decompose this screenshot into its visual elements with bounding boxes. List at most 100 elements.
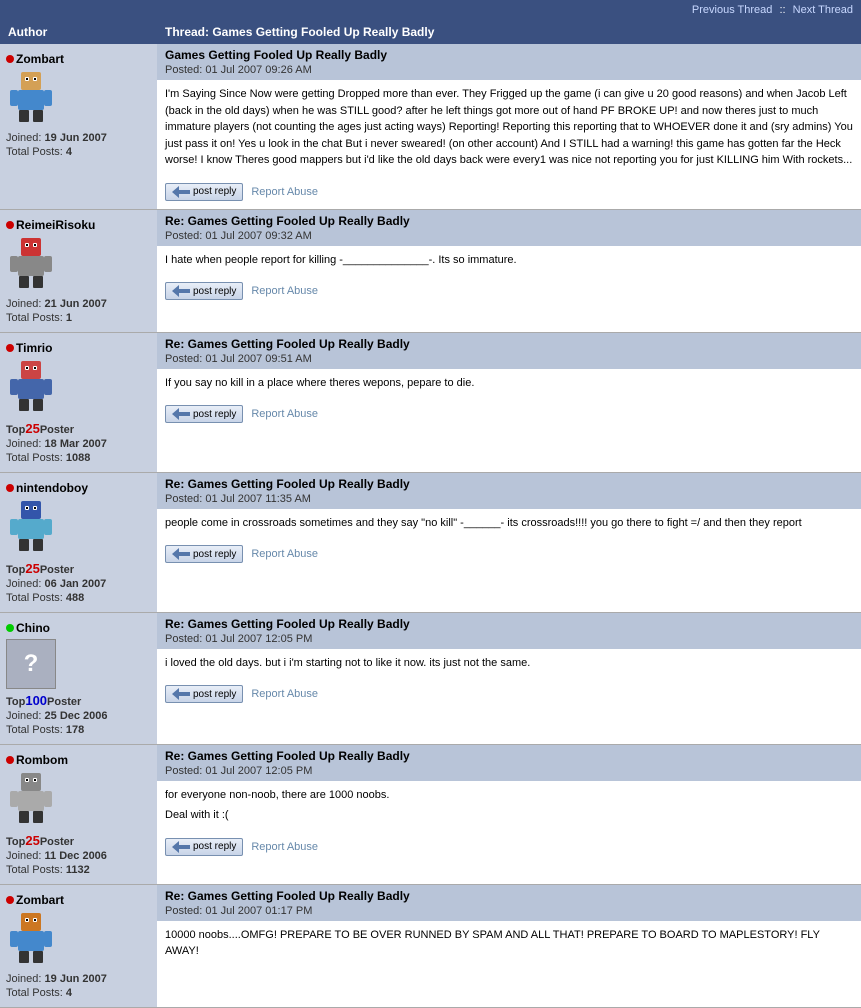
- post-title-bar: Re: Games Getting Fooled Up Really Badly…: [157, 613, 861, 649]
- reply-icon: [172, 285, 190, 297]
- report-abuse-link[interactable]: Report Abuse: [251, 548, 318, 560]
- content-cell: Re: Games Getting Fooled Up Really Badly…: [157, 209, 861, 332]
- author-cell: Zombart Joined: 19 Jun 2007 Total Posts:…: [0, 884, 157, 1007]
- offline-dot: [6, 896, 14, 904]
- posts-info: Total Posts: 4: [6, 987, 151, 999]
- post-actions: post reply Report Abuse: [157, 681, 861, 711]
- post-date: Posted: 01 Jul 2007 12:05 PM: [165, 765, 312, 777]
- reply-button[interactable]: post reply: [165, 685, 243, 703]
- online-indicator: nintendoboy: [6, 481, 151, 495]
- post-row: nintendoboy Top25Poster Joined: 06 Jan 2…: [0, 472, 861, 612]
- post-body: If you say no kill in a place where ther…: [157, 369, 861, 402]
- join-info: Joined: 06 Jan 2007: [6, 578, 151, 590]
- post-title-bar: Re: Games Getting Fooled Up Really Badly…: [157, 210, 861, 246]
- offline-dot: [6, 55, 14, 63]
- author-cell: Timrio Top25Poster Joined: 18 Mar 2007 T…: [0, 332, 157, 472]
- content-cell: Re: Games Getting Fooled Up Really Badly…: [157, 744, 861, 884]
- avatar: [6, 911, 56, 966]
- post-title: Re: Games Getting Fooled Up Really Badly: [165, 889, 410, 903]
- post-title: Re: Games Getting Fooled Up Really Badly: [165, 337, 410, 351]
- top25-badge: Top25Poster: [6, 561, 151, 576]
- post-title: Re: Games Getting Fooled Up Really Badly: [165, 617, 410, 631]
- report-abuse-link[interactable]: Report Abuse: [251, 841, 318, 853]
- online-indicator: ReimeiRisoku: [6, 218, 151, 232]
- post-title: Games Getting Fooled Up Really Badly: [165, 48, 387, 62]
- post-title-bar: Re: Games Getting Fooled Up Really Badly…: [157, 885, 861, 921]
- reply-button[interactable]: post reply: [165, 838, 243, 856]
- post-title: Re: Games Getting Fooled Up Really Badly: [165, 749, 410, 763]
- avatar-container: [6, 70, 151, 128]
- username: Zombart: [16, 52, 64, 66]
- post-title-bar: Re: Games Getting Fooled Up Really Badly…: [157, 745, 861, 781]
- report-abuse-link[interactable]: Report Abuse: [251, 285, 318, 297]
- content-cell: Re: Games Getting Fooled Up Really Badly…: [157, 612, 861, 744]
- post-title: Re: Games Getting Fooled Up Really Badly: [165, 214, 410, 228]
- posts-info: Total Posts: 4: [6, 146, 151, 158]
- reply-button[interactable]: post reply: [165, 183, 243, 201]
- post-date: Posted: 01 Jul 2007 11:35 AM: [165, 493, 311, 505]
- reply-icon: [172, 548, 190, 560]
- thread-col-header: Thread: Games Getting Fooled Up Really B…: [165, 25, 853, 39]
- reply-icon: [172, 688, 190, 700]
- username: Timrio: [16, 341, 52, 355]
- top-nav: Previous Thread :: Next Thread: [0, 0, 861, 20]
- top25-badge: Top25Poster: [6, 421, 151, 436]
- author-cell: ReimeiRisoku Joined: 21 Jun 2007 Total P…: [0, 209, 157, 332]
- avatar-container: [6, 911, 151, 969]
- post-date: Posted: 01 Jul 2007 01:17 PM: [165, 905, 312, 917]
- post-body: I'm Saying Since Now were getting Droppe…: [157, 80, 861, 179]
- author-col-header: Author: [8, 25, 165, 39]
- online-indicator: Zombart: [6, 52, 151, 66]
- avatar: [6, 499, 56, 554]
- post-body: 10000 noobs....OMFG! PREPARE TO BE OVER …: [157, 921, 861, 970]
- post-title-bar: Re: Games Getting Fooled Up Really Badly…: [157, 473, 861, 509]
- report-abuse-link[interactable]: Report Abuse: [251, 408, 318, 420]
- reply-button[interactable]: post reply: [165, 405, 243, 423]
- avatar: ?: [6, 639, 56, 689]
- avatar: [6, 359, 56, 414]
- post-row: Rombom Top25Poster Joined: 11 Dec 2006 T…: [0, 744, 861, 884]
- post-title-bar: Games Getting Fooled Up Really Badly Pos…: [157, 44, 861, 80]
- offline-dot: [6, 756, 14, 764]
- post-date: Posted: 01 Jul 2007 09:26 AM: [165, 64, 312, 76]
- online-dot: [6, 624, 14, 632]
- post-date: Posted: 01 Jul 2007 09:32 AM: [165, 230, 312, 242]
- post-actions: post reply Report Abuse: [157, 401, 861, 431]
- post-row: Timrio Top25Poster Joined: 18 Mar 2007 T…: [0, 332, 861, 472]
- username: ReimeiRisoku: [16, 218, 95, 232]
- post-date: Posted: 01 Jul 2007 12:05 PM: [165, 633, 312, 645]
- post-body: i loved the old days. but i i'm starting…: [157, 649, 861, 682]
- author-cell: Zombart Joined: 19 Jun 2007 Total Posts:…: [0, 44, 157, 209]
- author-cell: nintendoboy Top25Poster Joined: 06 Jan 2…: [0, 472, 157, 612]
- report-abuse-link[interactable]: Report Abuse: [251, 688, 318, 700]
- reply-icon: [172, 841, 190, 853]
- post-body: I hate when people report for killing -_…: [157, 246, 861, 279]
- posts-info: Total Posts: 1: [6, 312, 151, 324]
- forum-table: Zombart Joined: 19 Jun 2007 Total Posts:…: [0, 44, 861, 1008]
- post-row: Chino ? Top100Poster Joined: 25 Dec 2006…: [0, 612, 861, 744]
- avatar-container: ?: [6, 639, 151, 689]
- content-cell: Games Getting Fooled Up Really Badly Pos…: [157, 44, 861, 209]
- post-actions: post reply Report Abuse: [157, 278, 861, 308]
- join-info: Joined: 18 Mar 2007: [6, 438, 151, 450]
- reply-button[interactable]: post reply: [165, 282, 243, 300]
- next-thread-link[interactable]: Next Thread: [793, 4, 853, 16]
- posts-info: Total Posts: 178: [6, 724, 151, 736]
- reply-button[interactable]: post reply: [165, 545, 243, 563]
- nav-separator: ::: [779, 4, 785, 16]
- report-abuse-link[interactable]: Report Abuse: [251, 186, 318, 198]
- avatar-container: [6, 771, 151, 829]
- previous-thread-link[interactable]: Previous Thread: [692, 4, 773, 16]
- post-body: people come in crossroads sometimes and …: [157, 509, 861, 542]
- join-info: Joined: 21 Jun 2007: [6, 298, 151, 310]
- online-indicator: Timrio: [6, 341, 151, 355]
- top25-badge: Top25Poster: [6, 833, 151, 848]
- username: nintendoboy: [16, 481, 88, 495]
- join-info: Joined: 19 Jun 2007: [6, 132, 151, 144]
- online-indicator: Rombom: [6, 753, 151, 767]
- posts-info: Total Posts: 1132: [6, 864, 151, 876]
- post-body: for everyone non-noob, there are 1000 no…: [157, 781, 861, 834]
- post-row: Zombart Joined: 19 Jun 2007 Total Posts:…: [0, 884, 861, 1007]
- join-info: Joined: 19 Jun 2007: [6, 973, 151, 985]
- avatar: [6, 236, 56, 291]
